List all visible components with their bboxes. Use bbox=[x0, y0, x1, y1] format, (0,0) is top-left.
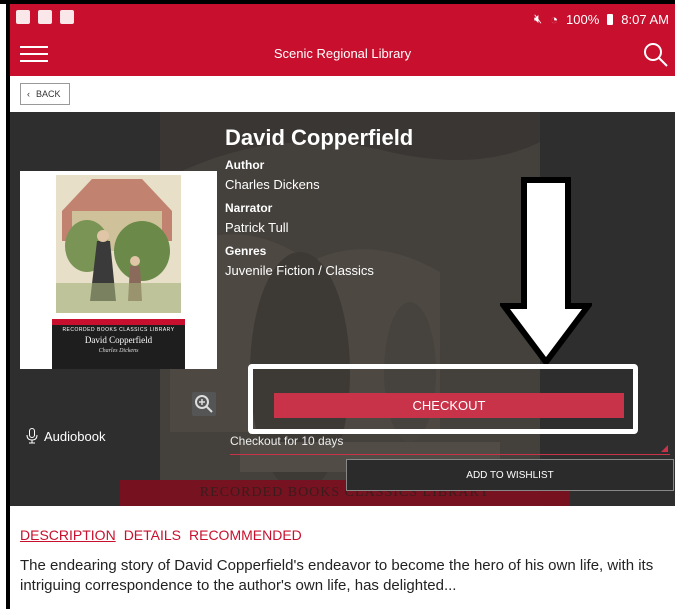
format-indicator: Audiobook bbox=[26, 428, 105, 444]
genres-value[interactable]: Juvenile Fiction / Classics bbox=[225, 263, 374, 278]
tab-description[interactable]: DESCRIPTION bbox=[20, 527, 116, 543]
add-to-wishlist-button[interactable]: ADD TO WISHLIST bbox=[346, 459, 674, 491]
checkout-button[interactable]: CHECKOUT bbox=[274, 393, 624, 418]
notification-icons bbox=[16, 10, 74, 24]
play-store-icon bbox=[38, 10, 52, 24]
search-icon[interactable] bbox=[641, 40, 669, 68]
book-title: David Copperfield bbox=[225, 125, 414, 150]
tab-recommended[interactable]: RECOMMENDED bbox=[189, 527, 302, 543]
genres-label: Genres bbox=[225, 244, 267, 258]
format-label: Audiobook bbox=[44, 428, 106, 444]
back-bar: ‹ BACK bbox=[10, 76, 675, 112]
detail-tabs: DESCRIPTION DETAILS RECOMMENDED bbox=[20, 527, 302, 543]
back-label: BACK bbox=[36, 89, 61, 99]
down-arrow-annotation-icon bbox=[500, 177, 592, 366]
narrator-name[interactable]: Patrick Tull bbox=[225, 220, 289, 235]
zoom-in-icon[interactable] bbox=[192, 392, 216, 416]
book-description: The endearing story of David Copperfield… bbox=[20, 557, 654, 594]
wifi-icon: ◔ bbox=[550, 11, 559, 27]
gallery-icon bbox=[16, 10, 30, 24]
library-title: Scenic Regional Library bbox=[273, 46, 412, 61]
status-right: 🔇︎ ◔ 100% 8:07 AM bbox=[534, 11, 669, 27]
app-screen: 🔇︎ ◔ 100% 8:07 AM Scenic Regional Librar… bbox=[0, 0, 675, 609]
battery-level: 100% bbox=[566, 11, 600, 27]
loan-period-select[interactable]: Checkout for 10 days bbox=[230, 432, 670, 455]
app-bar: Scenic Regional Library bbox=[10, 32, 675, 76]
cover-title: David Copperfield bbox=[84, 335, 153, 345]
narrator-label: Narrator bbox=[225, 201, 273, 215]
clock: 8:07 AM bbox=[621, 11, 669, 27]
chevron-left-icon: ‹ bbox=[27, 89, 30, 99]
status-bar: 🔇︎ ◔ 100% 8:07 AM bbox=[10, 4, 675, 32]
flipboard-icon bbox=[60, 10, 74, 24]
book-cover[interactable]: RECORDED BOOKS CLASSICS LIBRARY David Co… bbox=[20, 171, 217, 369]
mute-icon: 🔇︎ bbox=[533, 11, 543, 26]
cover-author: Charles Dickens bbox=[98, 348, 139, 354]
microphone-icon bbox=[26, 428, 38, 444]
author-name[interactable]: Charles Dickens bbox=[225, 177, 320, 192]
tab-details[interactable]: DETAILS bbox=[124, 527, 181, 543]
back-button[interactable]: ‹ BACK bbox=[20, 83, 70, 105]
loan-period-value: Checkout for 10 days bbox=[230, 434, 344, 448]
cover-series: RECORDED BOOKS CLASSICS LIBRARY bbox=[62, 327, 175, 333]
battery-icon bbox=[607, 13, 614, 25]
author-label: Author bbox=[225, 158, 265, 172]
dropdown-caret-icon bbox=[661, 445, 668, 452]
